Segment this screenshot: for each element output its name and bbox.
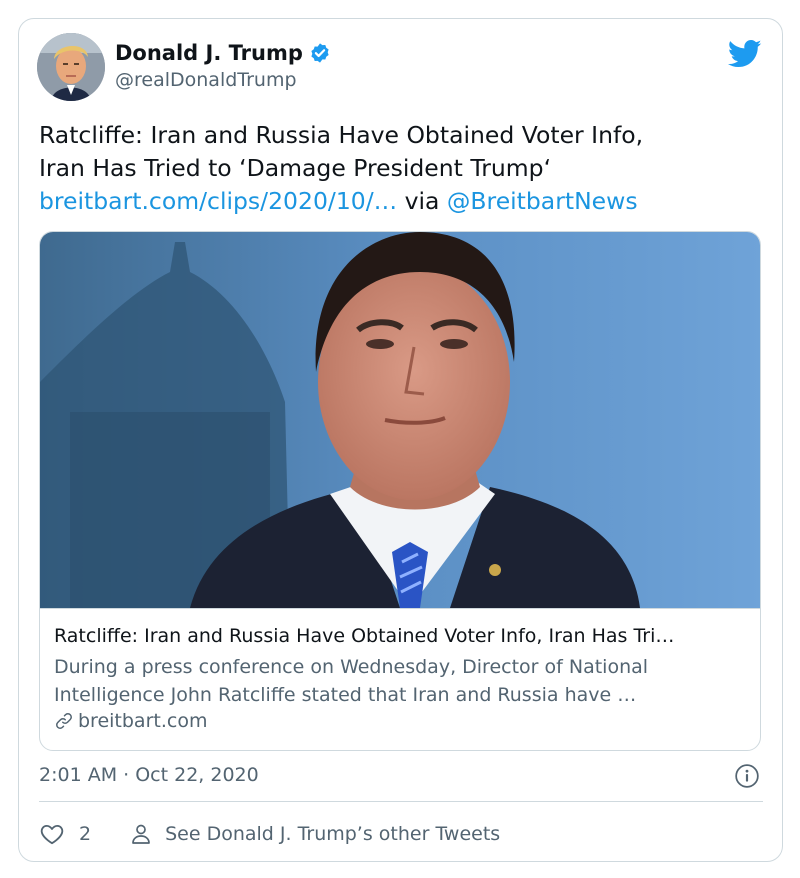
person-icon (132, 824, 150, 844)
via-text: via (397, 187, 447, 215)
see-other-tweets-button[interactable]: See Donald J. Trump’s other Tweets (129, 822, 500, 846)
link-card-description-line: Intelligence John Ratcliffe stated that … (54, 684, 637, 706)
avatar-portrait (37, 33, 105, 101)
tweet-timestamp[interactable]: 2:01 AM · Oct 22, 2020 (39, 764, 259, 786)
link-icon (56, 713, 72, 729)
article-link[interactable]: breitbart.com/clips/2020/10/… (39, 187, 397, 215)
tweet-text: Ratcliffe: Iran and Russia Have Obtained… (39, 119, 759, 218)
link-card-description-line: During a press conference on Wednesday, … (54, 656, 649, 678)
info-icon[interactable] (734, 763, 760, 789)
author-name-row[interactable]: Donald J. Trump (115, 41, 331, 65)
see-other-tweets-label: See Donald J. Trump’s other Tweets (165, 823, 501, 845)
actions-divider (39, 801, 763, 802)
tweet-text-line: Iran Has Tried to ‘Damage President Trum… (39, 154, 552, 182)
like-count: 2 (79, 823, 92, 845)
link-preview-card[interactable]: Ratcliffe: Iran and Russia Have Obtained… (39, 231, 761, 751)
link-card-title[interactable]: Ratcliffe: Iran and Russia Have Obtained… (54, 625, 748, 647)
author-name[interactable]: Donald J. Trump (115, 41, 303, 65)
link-card-description: During a press conference on Wednesday, … (54, 653, 748, 709)
link-card-domain: breitbart.com (54, 710, 207, 732)
tweet-embed-card: Donald J. Trump @realDonaldTrump Ratclif… (18, 18, 783, 862)
author-avatar[interactable] (37, 33, 105, 101)
article-thumbnail-image (40, 232, 760, 608)
like-button[interactable]: 2 (39, 821, 91, 847)
breitbart-mention[interactable]: @BreitbartNews (447, 187, 638, 215)
tweet-text-line: Ratcliffe: Iran and Russia Have Obtained… (39, 121, 644, 149)
card-divider (40, 608, 760, 609)
link-card-domain-text: breitbart.com (78, 710, 208, 732)
twitter-bird-icon[interactable] (728, 39, 762, 69)
heart-icon (40, 824, 64, 845)
tweet-actions: 2 See Donald J. Trump’s other Tweets (39, 819, 500, 849)
verified-badge-icon (311, 43, 329, 63)
tweet-link-line: breitbart.com/clips/2020/10/… via @Breit… (39, 185, 759, 218)
author-handle[interactable]: @realDonaldTrump (115, 69, 297, 91)
